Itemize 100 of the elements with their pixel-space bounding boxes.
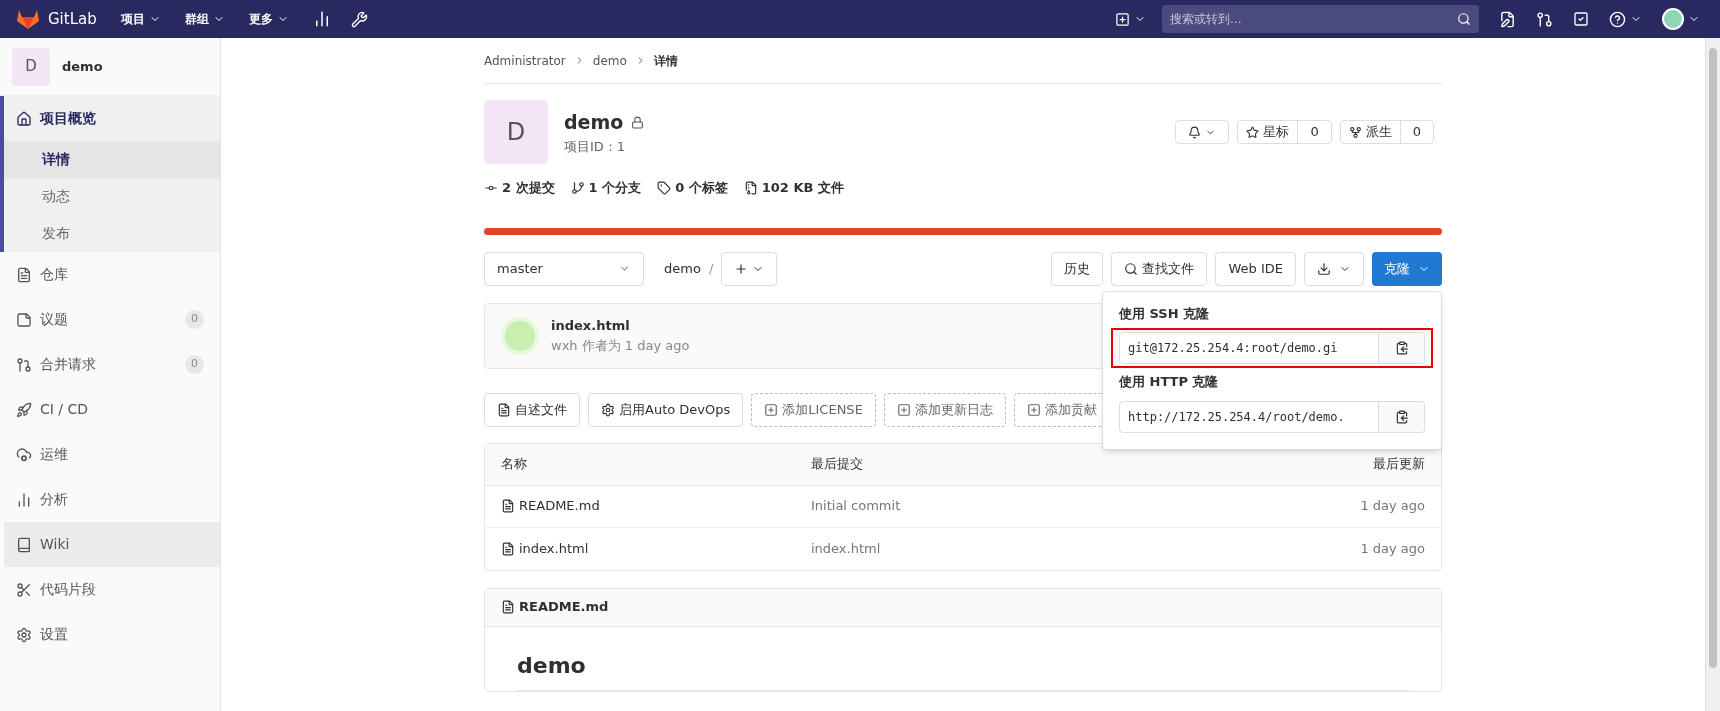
fox-logo-icon[interactable] bbox=[16, 8, 40, 30]
issues-icon[interactable] bbox=[1499, 10, 1516, 28]
column-header: 最后更新 bbox=[1373, 455, 1425, 474]
file-link[interactable]: README.md bbox=[519, 496, 600, 516]
sidebar-item[interactable]: 设置 bbox=[4, 612, 220, 657]
user-avatar bbox=[1662, 8, 1684, 30]
sidebar-item[interactable]: 仓库 bbox=[4, 252, 220, 297]
download-icon bbox=[1317, 261, 1331, 276]
sidebar-item[interactable]: 项目概览 bbox=[4, 96, 220, 141]
plus-square-icon bbox=[896, 402, 911, 417]
sidebar-item[interactable]: 代码片段 bbox=[4, 567, 220, 612]
help-menu-button[interactable] bbox=[1609, 10, 1642, 28]
sidebar-item[interactable]: 分析 bbox=[4, 477, 220, 522]
merge-request-icon[interactable] bbox=[1536, 10, 1553, 28]
history-button[interactable]: 历史 bbox=[1051, 251, 1104, 286]
plus-square-icon bbox=[764, 402, 779, 417]
count-badge: 0 bbox=[185, 355, 204, 374]
project-stat-link[interactable]: 0 个标签 bbox=[657, 178, 728, 198]
plus-icon bbox=[734, 261, 749, 276]
path-separator: / bbox=[708, 259, 714, 278]
commit-message[interactable]: index.html bbox=[811, 538, 1361, 559]
sidebar-subitem[interactable]: 发布 bbox=[4, 215, 220, 252]
brand-name[interactable]: GitLab bbox=[48, 7, 97, 31]
notification-button[interactable] bbox=[1175, 120, 1230, 144]
project-stat-link[interactable]: 2 次提交 bbox=[484, 178, 555, 198]
clone-url-field[interactable]: http://172.25.254.4/root/demo. bbox=[1119, 400, 1379, 433]
commit-message[interactable]: Initial commit bbox=[811, 496, 1361, 516]
branch-icon bbox=[570, 180, 585, 195]
wrench-icon[interactable] bbox=[350, 10, 368, 28]
quick-action-button[interactable]: 添加更新日志 bbox=[883, 392, 1006, 427]
quick-action-button[interactable]: 自述文件 bbox=[484, 392, 580, 427]
project-avatar: D bbox=[484, 100, 548, 164]
scrollbar[interactable] bbox=[1705, 38, 1720, 711]
sidebar-item[interactable]: CI / CD bbox=[4, 387, 220, 432]
project-name[interactable]: demo bbox=[62, 56, 103, 77]
fork-count[interactable]: 0 bbox=[1400, 121, 1433, 143]
book-icon bbox=[16, 536, 32, 553]
nav-menu[interactable]: 群组 bbox=[184, 10, 225, 28]
project-title: demo bbox=[564, 110, 624, 135]
sidebar-item[interactable]: 运维 bbox=[4, 432, 220, 477]
help-icon bbox=[1609, 10, 1626, 28]
sidebar-item[interactable]: 合并请求 0 bbox=[4, 342, 220, 387]
project-avatar[interactable]: D bbox=[12, 47, 50, 86]
cloud-gear-icon bbox=[16, 446, 32, 463]
new-menu-button[interactable] bbox=[1115, 11, 1146, 27]
breadcrumb-link[interactable]: Administrator bbox=[484, 51, 566, 70]
rocket-icon bbox=[16, 401, 32, 418]
search-field[interactable]: 搜索或转到... bbox=[1162, 5, 1479, 33]
commit-title-link[interactable]: index.html bbox=[551, 316, 690, 336]
star-button[interactable]: 星标 bbox=[1238, 121, 1299, 143]
copy-button[interactable] bbox=[1379, 400, 1425, 433]
clone-section-label: 使用 HTTP 克隆 bbox=[1119, 373, 1220, 391]
path-link[interactable]: demo bbox=[664, 258, 701, 279]
sidebar-item[interactable]: 议题 0 bbox=[4, 297, 220, 342]
bar-chart-icon bbox=[16, 491, 32, 508]
breadcrumb-link[interactable]: 详情 bbox=[653, 51, 678, 70]
clone-section-label: 使用 SSH 克隆 bbox=[1119, 304, 1211, 323]
note-icon bbox=[16, 311, 32, 328]
nav-menu[interactable]: 项目 bbox=[120, 10, 161, 28]
branch-dropdown[interactable]: master bbox=[484, 251, 644, 286]
bell-icon bbox=[1188, 125, 1202, 139]
nav-menu[interactable]: 更多 bbox=[248, 10, 289, 28]
count-badge: 0 bbox=[185, 310, 204, 329]
commit-meta: wxh 作者为 1 day ago bbox=[551, 336, 690, 355]
readme-heading: demo bbox=[517, 648, 1409, 691]
home-icon bbox=[16, 110, 32, 127]
gear-icon bbox=[601, 402, 615, 417]
document-icon bbox=[16, 266, 32, 283]
clone-url-field[interactable]: git@172.25.254.4:root/demo.gi bbox=[1119, 332, 1379, 364]
quick-action-button[interactable]: 启用Auto DevOps bbox=[588, 392, 744, 427]
archive-icon bbox=[743, 180, 758, 195]
merge-request-icon bbox=[16, 356, 32, 373]
updated-time: 1 day ago bbox=[1360, 539, 1425, 558]
find-file-button[interactable]: 查找文件 bbox=[1111, 251, 1208, 286]
web-ide-button[interactable]: Web IDE bbox=[1215, 251, 1296, 286]
clipboard-icon bbox=[1394, 409, 1409, 424]
scissors-icon bbox=[16, 581, 32, 598]
todo-icon[interactable] bbox=[1573, 11, 1589, 27]
document-icon bbox=[501, 600, 515, 614]
document-icon bbox=[501, 499, 515, 513]
star-count[interactable]: 0 bbox=[1298, 121, 1331, 143]
download-button[interactable] bbox=[1304, 251, 1364, 286]
project-stat-link[interactable]: 1 个分支 bbox=[570, 178, 642, 198]
column-header: 名称 bbox=[501, 455, 528, 474]
lock-icon bbox=[631, 115, 645, 129]
document-icon bbox=[497, 402, 511, 417]
document-icon bbox=[501, 541, 515, 556]
readme-filename: README.md bbox=[519, 598, 609, 617]
sidebar-subitem[interactable]: 详情 bbox=[4, 141, 220, 178]
search-icon bbox=[1124, 261, 1139, 276]
quick-action-button[interactable]: 添加LICENSE bbox=[751, 392, 876, 427]
sidebar-item[interactable]: Wiki bbox=[4, 522, 220, 567]
project-stat-link[interactable]: 102 KB 文件 bbox=[743, 178, 844, 198]
sidebar-subitem[interactable]: 动态 bbox=[4, 178, 220, 215]
user-menu-button[interactable] bbox=[1662, 8, 1700, 30]
fork-button[interactable]: 派生 bbox=[1340, 121, 1401, 143]
breadcrumb-link[interactable]: demo bbox=[592, 51, 627, 70]
copy-button[interactable] bbox=[1379, 332, 1425, 364]
clone-button[interactable]: 克隆 bbox=[1372, 251, 1442, 286]
file-link[interactable]: index.html bbox=[519, 538, 589, 559]
